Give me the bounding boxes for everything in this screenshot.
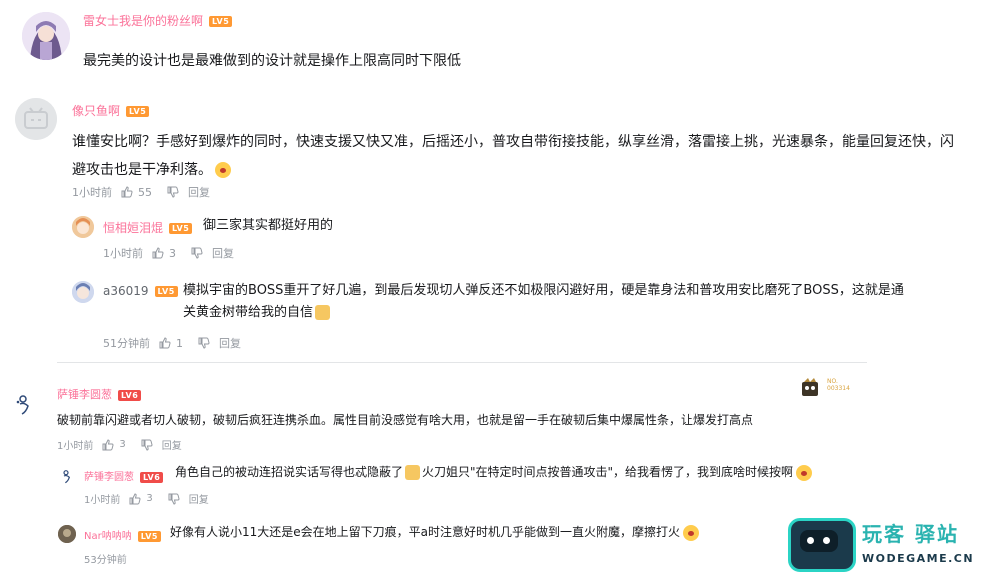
level-badge: LV5 xyxy=(137,530,161,542)
username[interactable]: 雷女士我是你的粉丝啊 LV5 xyxy=(83,12,233,29)
reply-text-line: 关黄金树带给我的自信 xyxy=(183,302,978,324)
reply-button[interactable]: 回复 xyxy=(188,184,210,200)
reply-meta: 51分钟前 1 回复 xyxy=(103,335,241,351)
comment-text-line: 谁懂安比啊？手感好到爆炸的同时，快速支援又快又准，后摇还小，普攻自带衔接技能，纵… xyxy=(72,134,954,150)
anime-avatar-icon xyxy=(22,12,70,60)
watermark-cn: 玩客 驿站 xyxy=(862,522,959,546)
reply-button[interactable]: 回复 xyxy=(162,437,182,452)
level-badge: LV5 xyxy=(126,106,150,117)
reply-text: 御三家其实都挺好用的 xyxy=(203,218,334,233)
avatar-default[interactable] xyxy=(15,98,57,140)
scared-emoji-icon xyxy=(215,162,231,178)
comment-text: 破韧前靠闪避或者切人破韧，破韧后疯狂连携杀血。属性目前没感觉有啥大用，也就是留一… xyxy=(57,413,754,427)
like-icon[interactable] xyxy=(128,492,142,506)
anime-avatar-icon xyxy=(72,216,94,238)
timestamp: 1小时前 xyxy=(57,441,94,452)
divider xyxy=(57,362,867,363)
like-count: 3 xyxy=(169,246,176,260)
dislike-icon[interactable] xyxy=(140,438,154,452)
scared-emoji-icon xyxy=(796,464,813,481)
photo-avatar-icon xyxy=(58,525,76,543)
username[interactable]: 萨锤李圆葱 LV6 xyxy=(84,468,164,483)
reply-text: 角色自己的被动连招说实话写得也忒隐蔽了 火刀姐只"在特定时间点按普通攻击"，给我看… xyxy=(175,461,813,483)
comment-text-line: 避攻击也是干净利落。 xyxy=(72,156,972,184)
like-icon[interactable] xyxy=(158,336,172,350)
tv-default-avatar-icon xyxy=(15,98,57,140)
fan-badge-number: 003314 xyxy=(827,385,850,392)
username[interactable]: 恒相姮泪焜 LV5 xyxy=(103,219,193,236)
like-count: 55 xyxy=(138,185,152,199)
timestamp: 1小时前 xyxy=(84,495,121,506)
reply-meta: 1小时前 3 回复 xyxy=(103,245,234,261)
comment-meta: 1小时前 55 回复 xyxy=(72,184,210,200)
reply-meta: 1小时前 3 回复 xyxy=(84,491,209,506)
like-icon[interactable] xyxy=(120,185,134,199)
level-badge: LV6 xyxy=(118,389,142,401)
dislike-icon[interactable] xyxy=(166,185,180,199)
timestamp: 51分钟前 xyxy=(103,337,150,350)
avatar[interactable] xyxy=(22,12,70,60)
avatar[interactable] xyxy=(14,392,38,416)
dislike-icon[interactable] xyxy=(190,246,204,260)
watermark-en: WODEGAME.CN xyxy=(862,552,975,565)
level-badge: LV5 xyxy=(169,223,193,234)
reply-text: 模拟宇宙的BOSS重开了好几遍，到最后发现切人弹反还不如极限闪避好用，硬是靠身法… xyxy=(183,280,978,324)
like-count: 3 xyxy=(146,493,153,504)
like-icon[interactable] xyxy=(101,438,115,452)
avatar[interactable] xyxy=(60,468,76,484)
fan-badge: NO. 003314 xyxy=(800,378,864,398)
username[interactable]: 萨锤李圆葱 LV6 xyxy=(57,386,142,402)
level-badge: LV5 xyxy=(154,286,178,297)
watermark: 玩客 驿站 WODEGAME.CN xyxy=(788,518,983,572)
reply-meta: 53分钟前 xyxy=(84,551,127,566)
username[interactable]: a36019 LV5 xyxy=(103,284,178,298)
dislike-icon[interactable] xyxy=(167,492,181,506)
fan-badge-icon xyxy=(802,378,818,396)
comment-text: 谁懂安比啊？手感好到爆炸的同时，快速支援又快又准，后摇还小，普攻自带衔接技能，纵… xyxy=(72,128,972,184)
cat-emoji-icon xyxy=(315,305,331,320)
timestamp: 53分钟前 xyxy=(84,555,127,566)
avatar[interactable] xyxy=(58,525,76,543)
timestamp: 1小时前 xyxy=(103,247,143,260)
like-icon[interactable] xyxy=(151,246,165,260)
level-badge: LV5 xyxy=(209,16,233,27)
anime-avatar-icon xyxy=(72,281,94,303)
comment-meta: 1小时前 3 回复 xyxy=(57,437,182,452)
reply-button[interactable]: 回复 xyxy=(219,335,241,351)
comment-text: 最完美的设计也是最难做到的设计就是操作上限高同时下限低 xyxy=(83,53,461,69)
username[interactable]: 像只鱼啊 LV5 xyxy=(72,102,150,119)
like-count: 1 xyxy=(176,336,183,350)
fan-badge-label: NO. xyxy=(827,378,838,385)
timestamp: 1小时前 xyxy=(72,186,112,199)
level-badge: LV6 xyxy=(140,471,164,483)
doodle-avatar-icon xyxy=(63,470,71,484)
reply-button[interactable]: 回复 xyxy=(189,491,209,506)
avatar[interactable] xyxy=(72,216,94,238)
doodle-avatar-icon xyxy=(16,395,29,415)
cat-emoji-icon xyxy=(405,465,421,480)
reply-button[interactable]: 回复 xyxy=(212,245,234,261)
like-count: 3 xyxy=(119,439,126,450)
avatar[interactable] xyxy=(72,281,94,303)
username[interactable]: Nar呐呐呐 LV5 xyxy=(84,527,161,542)
scared-emoji-icon xyxy=(683,524,700,541)
dislike-icon[interactable] xyxy=(197,336,211,350)
reply-text-line: 模拟宇宙的BOSS重开了好几遍，到最后发现切人弹反还不如极限闪避好用，硬是靠身法… xyxy=(183,283,904,298)
wodegame-logo-icon xyxy=(788,518,856,572)
reply-text: 好像有人说小11大还是e会在地上留下刀痕，平a时注意好时机几乎能做到一直火附魔，… xyxy=(170,521,700,543)
